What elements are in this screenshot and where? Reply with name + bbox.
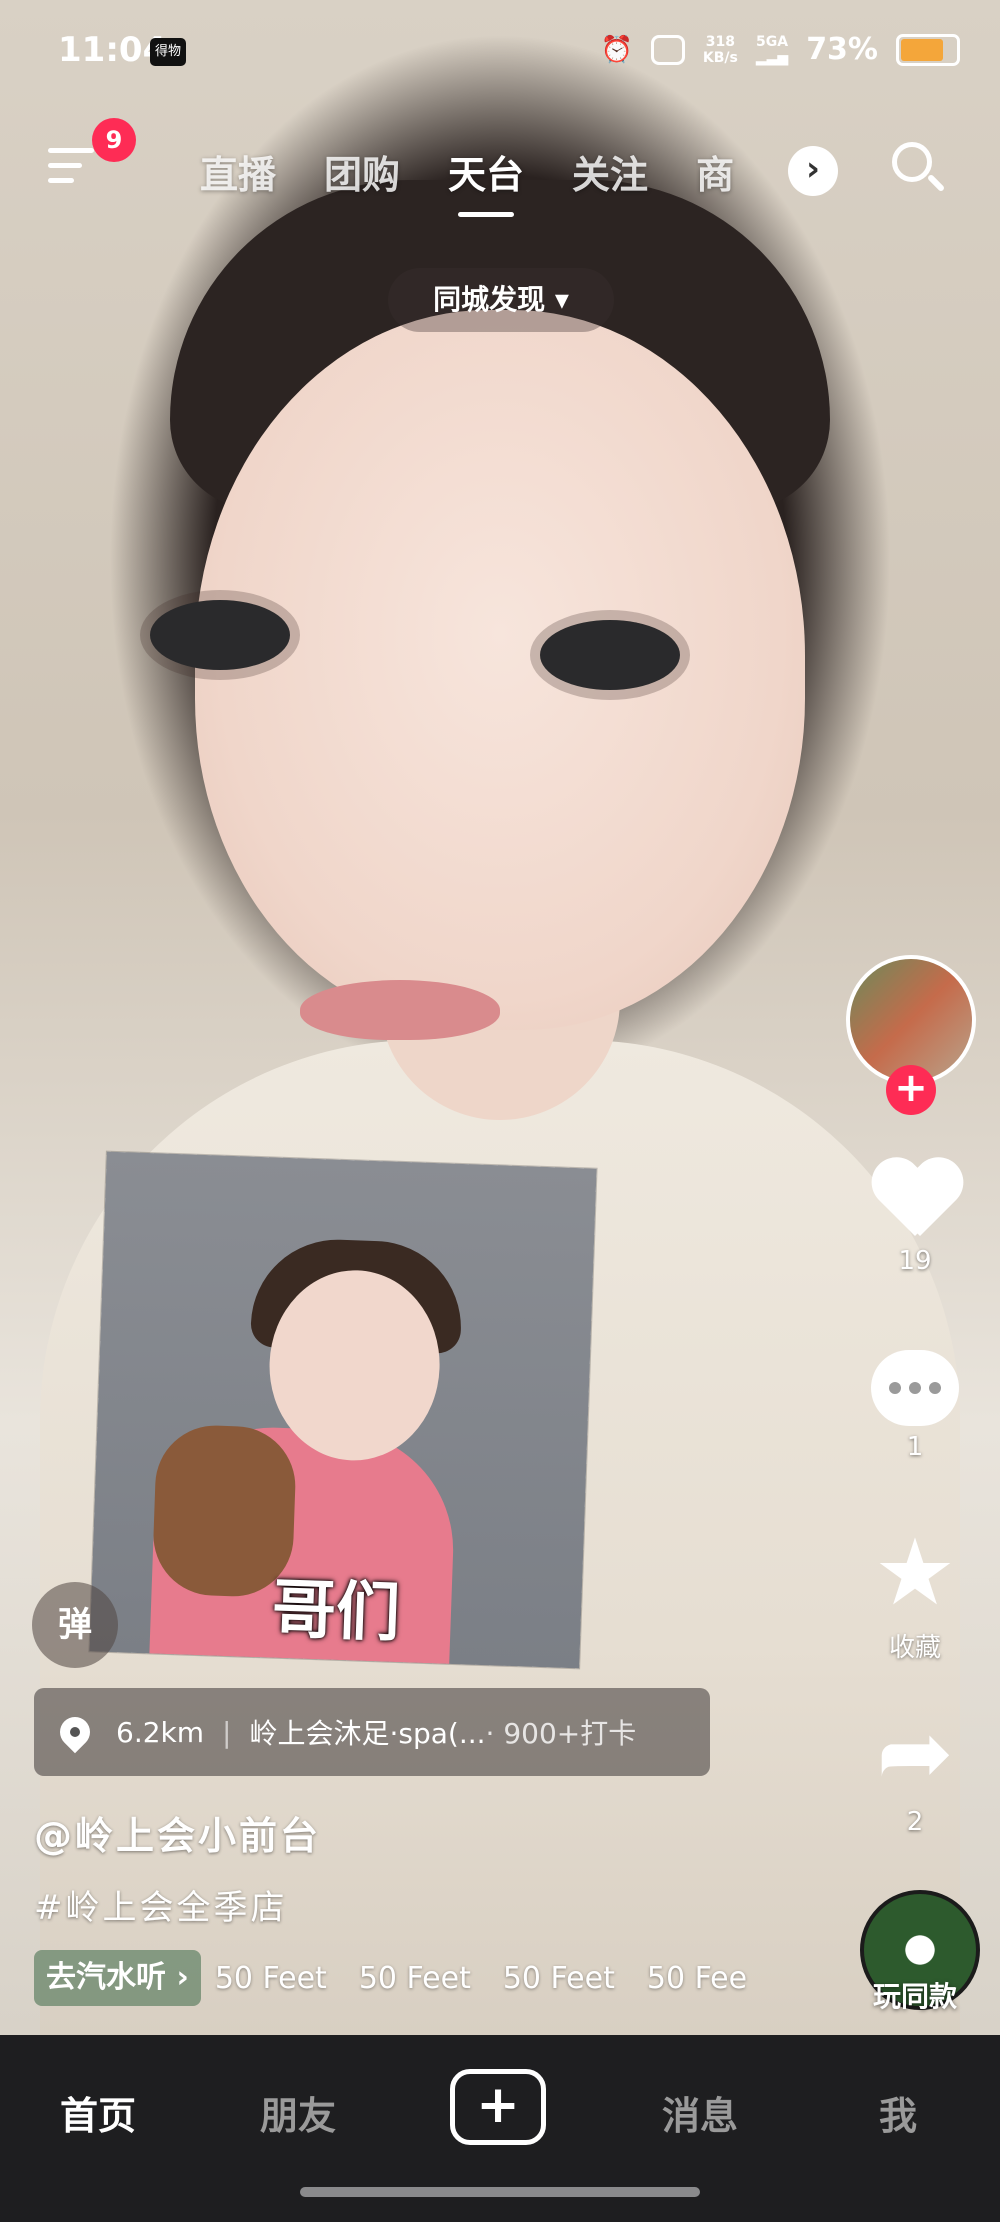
signal-bars-icon: ▂▃▅ bbox=[755, 49, 789, 66]
top-nav: 9 直播 团购 天台 关注 商 › bbox=[0, 118, 1000, 230]
bottom-nav: 首页 朋友 + 消息 我 bbox=[0, 2035, 1000, 2222]
activity-icon bbox=[650, 34, 685, 65]
battery-fill bbox=[901, 38, 944, 61]
sticker-caption: 哥们 bbox=[270, 1572, 402, 1652]
video-subject-eye-left bbox=[150, 600, 290, 670]
meme-sticker: 哥们 bbox=[89, 1151, 597, 1669]
tab-live[interactable]: 直播 bbox=[200, 144, 276, 199]
favorite-button[interactable]: ★ 收藏 bbox=[840, 1525, 990, 1664]
share-button[interactable]: ➦ 2 bbox=[840, 1699, 990, 1838]
search-icon[interactable] bbox=[892, 142, 948, 198]
hashtag[interactable]: #岭上会全季店 bbox=[34, 1880, 288, 1929]
location-place: 岭上会沐足·spa(... bbox=[249, 1717, 486, 1750]
music-row[interactable]: 去汽水听 › 50 Feet 50 Feet 50 Feet 50 Fee bbox=[34, 1950, 754, 2006]
nav-messages[interactable]: 消息 bbox=[620, 2085, 780, 2140]
create-button[interactable]: + bbox=[450, 2069, 546, 2145]
chevron-right-icon[interactable]: › bbox=[788, 146, 838, 196]
share-arrow-icon: ➦ bbox=[876, 1699, 954, 1806]
nav-home[interactable]: 首页 bbox=[18, 2085, 178, 2140]
location-pill[interactable]: 6.2km | 岭上会沐足·spa(... · 900+打卡 bbox=[34, 1688, 710, 1776]
net-speed-value: 318 bbox=[705, 33, 735, 50]
location-pin-icon bbox=[53, 1710, 97, 1754]
location-distance: 6.2km bbox=[116, 1715, 205, 1749]
comment-button[interactable]: 1 bbox=[840, 1350, 990, 1462]
tab-following[interactable]: 关注 bbox=[572, 144, 648, 199]
status-bar: 11:04 得物 ⏰ 318 KB/s 5GA ▂▃▅ 73% bbox=[0, 0, 1000, 100]
nav-friends[interactable]: 朋友 bbox=[218, 2085, 378, 2140]
menu-badge: 9 bbox=[92, 118, 136, 162]
author-name[interactable]: @岭上会小前台 bbox=[34, 1805, 321, 1860]
tab-rooftop[interactable]: 天台 bbox=[448, 144, 524, 217]
music-track: 50 Feet bbox=[502, 1960, 615, 1996]
tab-mall[interactable]: 商 bbox=[696, 144, 738, 199]
signal-indicator: 5GA ▂▃▅ bbox=[756, 34, 788, 66]
follow-button[interactable]: + bbox=[886, 1065, 936, 1115]
alarm-icon: ⏰ bbox=[600, 34, 633, 65]
like-count: 19 bbox=[898, 1246, 932, 1276]
qishui-music-link[interactable]: 去汽水听 › bbox=[34, 1950, 201, 2006]
heart-icon bbox=[870, 1160, 960, 1240]
video-subject-face bbox=[195, 310, 805, 1030]
video-subject-lips bbox=[300, 980, 500, 1040]
battery-icon bbox=[896, 33, 960, 66]
app-notification-icon: 得物 bbox=[150, 38, 186, 66]
comment-count: 1 bbox=[906, 1432, 924, 1462]
status-icons: ⏰ 318 KB/s 5GA ▂▃▅ 73% bbox=[601, 32, 960, 67]
location-checkins: · 900+打卡 bbox=[485, 1717, 637, 1750]
home-indicator bbox=[300, 2187, 700, 2197]
city-discover-dropdown[interactable]: 同城发现 ▾ bbox=[388, 268, 614, 332]
comment-icon bbox=[871, 1350, 959, 1426]
music-track: 50 Feet bbox=[214, 1960, 327, 1996]
feed-tabs: 直播 团购 天台 关注 商 bbox=[200, 144, 738, 217]
favorite-label: 收藏 bbox=[888, 1633, 941, 1663]
music-track: 50 Fee bbox=[646, 1960, 748, 1996]
share-count: 2 bbox=[906, 1807, 924, 1837]
video-subject-eye-right bbox=[540, 620, 680, 690]
nav-me[interactable]: 我 bbox=[818, 2085, 978, 2140]
tab-group-buy[interactable]: 团购 bbox=[324, 144, 400, 199]
use-template-label[interactable]: 玩同款 bbox=[840, 1975, 990, 2015]
star-icon: ★ bbox=[873, 1519, 957, 1626]
net-speed-unit: KB/s bbox=[702, 49, 738, 66]
net-speed: 318 KB/s bbox=[703, 34, 738, 66]
battery-percent: 73% bbox=[806, 32, 878, 67]
location-divider: | bbox=[222, 1715, 232, 1749]
menu-icon[interactable] bbox=[48, 148, 94, 192]
signal-label: 5GA bbox=[755, 33, 789, 50]
danmu-toggle[interactable]: 弹 bbox=[32, 1582, 118, 1668]
like-button[interactable]: 19 bbox=[840, 1160, 990, 1276]
music-track: 50 Feet bbox=[358, 1960, 471, 1996]
